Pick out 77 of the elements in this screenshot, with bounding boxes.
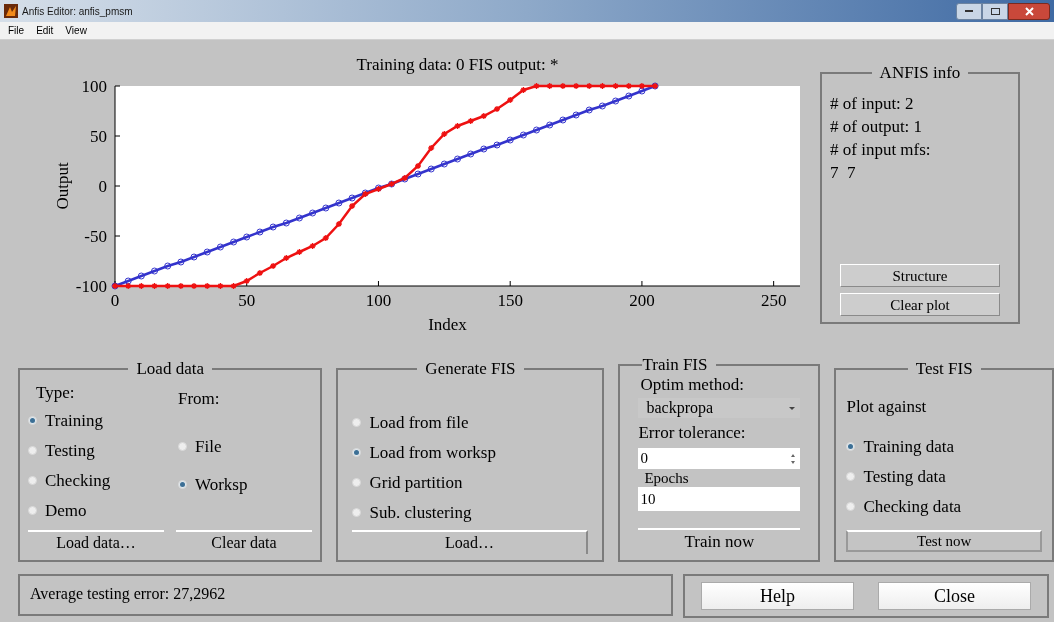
panel-title: Test FIS (914, 358, 974, 380)
radio-button[interactable] (352, 478, 362, 487)
field-label: Optim method: (640, 374, 745, 396)
tick-label: 150 (497, 291, 523, 310)
panel-title: Generate FIS (424, 358, 517, 380)
radio-label: Demo (45, 499, 87, 522)
tick-label: 50 (90, 127, 107, 146)
tolerance-field[interactable]: 0 (638, 448, 801, 469)
push-button[interactable]: Clear plot (840, 293, 1000, 316)
radio-button[interactable] (846, 442, 856, 451)
push-button[interactable]: Structure (840, 264, 1000, 287)
section-label: Type: (36, 381, 76, 404)
tick-label: 100 (365, 291, 392, 310)
push-button[interactable]: Test now (846, 530, 1042, 552)
tick-label: 50 (238, 291, 256, 310)
push-button[interactable]: Close (878, 582, 1031, 610)
tick-label: 0 (110, 291, 120, 310)
radio-button[interactable] (846, 502, 856, 511)
status-text: Average testing error: 27,2962 (30, 585, 226, 602)
push-button[interactable]: Load data… (28, 530, 164, 554)
section-label: Plot against (846, 395, 928, 418)
push-button[interactable]: Train now (638, 528, 801, 554)
close-icon[interactable] (1008, 2, 1050, 20)
tick-label: 250 (760, 291, 787, 310)
info-text: 7 7 (830, 161, 857, 184)
radio-button[interactable] (28, 506, 37, 515)
info-text: # of input mfs: (830, 138, 932, 161)
tick-label: 200 (629, 291, 655, 310)
radio-label: Load from worksp (369, 441, 496, 464)
section-label: From: (178, 387, 221, 410)
menu-item[interactable]: Edit (36, 23, 54, 38)
method-dropdown[interactable]: backpropa (638, 398, 801, 418)
axis-label: Output (53, 162, 72, 210)
radio-label: Checking data (863, 495, 962, 518)
epochs-field[interactable]: 10 (638, 487, 801, 511)
menu-item[interactable]: File (8, 23, 25, 38)
radio-label: Worksp (195, 473, 248, 496)
radio-button[interactable] (352, 448, 362, 457)
radio-label: Training data (863, 435, 954, 458)
radio-button[interactable] (352, 418, 362, 427)
info-text: # of input: 2 (830, 92, 915, 115)
radio-label: File (195, 435, 222, 458)
panel-title: Load data (135, 358, 205, 380)
radio-button[interactable] (28, 476, 37, 485)
field-label: Epochs (644, 469, 690, 487)
radio-label: Testing data (863, 465, 946, 488)
radio-label: Grid partition (369, 471, 463, 494)
radio-label: Testing (45, 439, 95, 462)
radio-button[interactable] (178, 442, 187, 451)
window-title: Anfis Editor: anfis_pmsm (22, 4, 133, 19)
panel-title: Train FIS (642, 356, 709, 374)
minimize-icon[interactable] (956, 2, 982, 20)
radio-label: Training (45, 409, 103, 432)
push-button[interactable]: Help (701, 582, 854, 610)
field-label: Error tolerance: (638, 422, 747, 444)
tick-label: -50 (84, 227, 107, 246)
info-text: # of output: 1 (830, 115, 924, 138)
radio-label: Sub. clustering (369, 501, 472, 524)
radio-button[interactable] (28, 416, 37, 425)
radio-button[interactable] (846, 472, 856, 481)
push-button[interactable]: Clear data (176, 530, 312, 554)
app-icon (4, 4, 18, 18)
radio-button[interactable] (352, 508, 362, 517)
tick-label: 100 (81, 77, 107, 96)
maximize-icon[interactable] (982, 2, 1008, 20)
chart-title: Training data: 0 FIS output: * (356, 55, 559, 74)
tick-label: -100 (75, 277, 107, 296)
radio-label: Load from file (369, 411, 469, 434)
push-button[interactable]: Load… (352, 530, 589, 554)
dropdown-arrow-icon[interactable] (788, 405, 797, 411)
radio-button[interactable] (178, 480, 187, 489)
tick-label: 0 (98, 177, 107, 196)
menu-item[interactable]: View (65, 23, 87, 38)
radio-button[interactable] (28, 446, 37, 455)
axis-label: Index (428, 315, 467, 334)
panel-title: ANFIS info (878, 62, 962, 84)
radio-label: Checking (45, 469, 111, 492)
